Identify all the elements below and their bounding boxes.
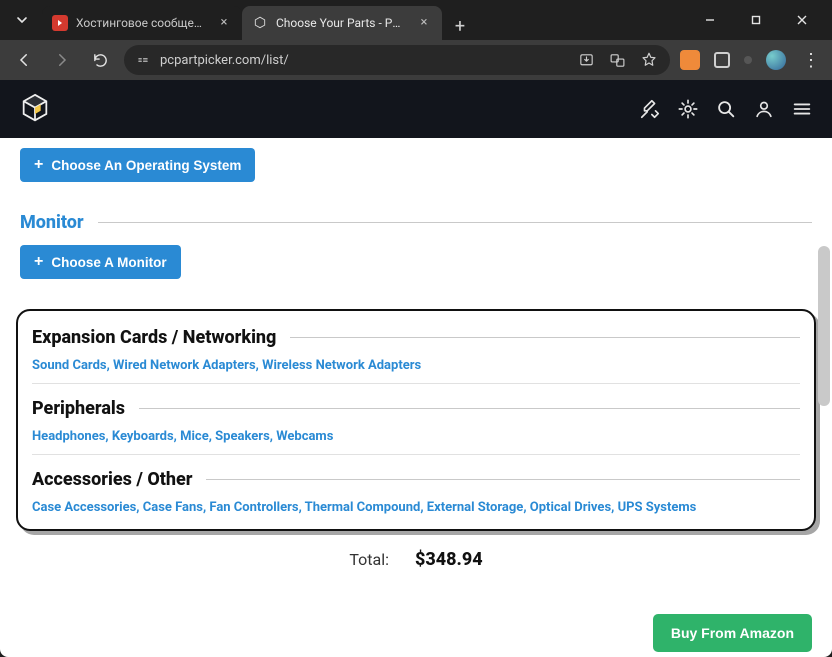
favicon-icon: [252, 15, 268, 31]
window-controls: [688, 6, 824, 34]
category-link[interactable]: Mice: [180, 429, 209, 444]
maximize-button[interactable]: [742, 6, 770, 34]
buy-row: Buy From Amazon: [20, 614, 812, 652]
button-label: Choose An Operating System: [51, 158, 241, 173]
total-label: Total:: [349, 550, 389, 569]
category-link[interactable]: Speakers: [215, 429, 270, 444]
address-actions: [578, 51, 658, 69]
section-title: Monitor: [20, 212, 84, 233]
favicon-icon: [52, 15, 68, 31]
choose-monitor-button[interactable]: + Choose A Monitor: [20, 245, 181, 279]
tab-title: Хостинговое сообщество «Tim: [76, 16, 208, 30]
plus-icon: +: [34, 253, 43, 271]
tab-pcpartpicker[interactable]: Choose Your Parts - PCPartPick ×: [242, 6, 442, 40]
divider: [290, 337, 800, 338]
category-link[interactable]: Keyboards: [112, 429, 174, 444]
tab-strip: Хостинговое сообщество «Tim × Choose You…: [42, 0, 688, 40]
browser-toolbar: pcpartpicker.com/list/ ⋮: [0, 40, 832, 80]
category-link[interactable]: Fan Controllers: [209, 500, 298, 515]
peripherals-links: Headphones, Keyboards, Mice, Speakers, W…: [32, 429, 800, 444]
close-window-button[interactable]: [788, 6, 816, 34]
category-link[interactable]: Webcams: [276, 429, 333, 444]
search-icon[interactable]: [714, 97, 738, 121]
bookmark-star-icon[interactable]: [640, 51, 658, 69]
browser-chrome: Хостинговое сообщество «Tim × Choose You…: [0, 0, 832, 80]
extensions-area: ⋮: [680, 50, 822, 71]
choose-os-button[interactable]: + Choose An Operating System: [20, 148, 255, 182]
accessories-links: Case Accessories, Case Fans, Fan Control…: [32, 500, 800, 515]
divider: [206, 479, 800, 480]
reload-button[interactable]: [86, 46, 114, 74]
category-link[interactable]: Optical Drives: [530, 500, 611, 515]
button-label: Buy From Amazon: [671, 625, 794, 641]
tab-search-dropdown[interactable]: [8, 6, 36, 34]
divider: [32, 383, 800, 384]
expansion-links: Sound Cards, Wired Network Adapters, Wir…: [32, 358, 800, 373]
site-logo[interactable]: [18, 92, 52, 126]
tab-title: Choose Your Parts - PCPartPick: [276, 16, 408, 30]
page-content: + Choose An Operating System Monitor + C…: [0, 138, 832, 657]
scrollbar-thumb[interactable]: [818, 246, 830, 406]
browser-menu-button[interactable]: ⋮: [800, 50, 822, 71]
section-title: Expansion Cards / Networking: [32, 327, 276, 348]
highlighted-categories: Expansion Cards / Networking Sound Cards…: [16, 309, 816, 531]
button-label: Choose A Monitor: [51, 255, 166, 270]
tools-icon[interactable]: [638, 97, 662, 121]
browser-titlebar: Хостинговое сообщество «Tim × Choose You…: [0, 0, 832, 40]
divider: [139, 408, 800, 409]
site-settings-icon[interactable]: [136, 53, 150, 67]
user-icon[interactable]: [752, 97, 776, 121]
url-text: pcpartpicker.com/list/: [160, 53, 568, 68]
close-icon[interactable]: ×: [416, 15, 432, 31]
page-viewport: + Choose An Operating System Monitor + C…: [0, 80, 832, 657]
minimize-button[interactable]: [696, 6, 724, 34]
extension-icon[interactable]: [744, 56, 752, 64]
forward-button[interactable]: [48, 46, 76, 74]
translate-icon[interactable]: [609, 52, 626, 69]
new-tab-button[interactable]: +: [446, 12, 474, 40]
category-link[interactable]: Wireless Network Adapters: [262, 358, 421, 373]
buy-amazon-button[interactable]: Buy From Amazon: [653, 614, 812, 652]
address-bar[interactable]: pcpartpicker.com/list/: [124, 45, 670, 75]
section-expansion: Expansion Cards / Networking: [32, 327, 800, 348]
plus-icon: +: [34, 156, 43, 174]
category-link[interactable]: Case Accessories: [32, 500, 136, 515]
extension-icon[interactable]: [680, 50, 700, 70]
tab-hosting[interactable]: Хостинговое сообщество «Tim ×: [42, 6, 242, 40]
divider: [32, 454, 800, 455]
category-link[interactable]: Headphones: [32, 429, 105, 444]
profile-avatar[interactable]: [766, 50, 786, 70]
section-title: Peripherals: [32, 398, 125, 419]
site-header: [0, 80, 832, 138]
section-monitor: Monitor: [20, 212, 812, 233]
section-title: Accessories / Other: [32, 469, 192, 490]
category-link[interactable]: Case Fans: [143, 500, 203, 515]
category-link[interactable]: Wired Network Adapters: [113, 358, 256, 373]
extension-icon[interactable]: [714, 52, 730, 68]
install-icon[interactable]: [578, 52, 595, 69]
category-link[interactable]: Thermal Compound: [305, 500, 421, 515]
total-value: $348.94: [415, 549, 483, 570]
close-icon[interactable]: ×: [216, 15, 232, 31]
category-link[interactable]: UPS Systems: [618, 500, 697, 515]
back-button[interactable]: [10, 46, 38, 74]
total-row: Total: $348.94: [20, 549, 812, 570]
category-link[interactable]: External Storage: [427, 500, 524, 515]
section-accessories: Accessories / Other: [32, 469, 800, 490]
gear-icon[interactable]: [676, 97, 700, 121]
category-link[interactable]: Sound Cards: [32, 358, 107, 373]
section-peripherals: Peripherals: [32, 398, 800, 419]
divider: [98, 222, 812, 223]
menu-icon[interactable]: [790, 97, 814, 121]
